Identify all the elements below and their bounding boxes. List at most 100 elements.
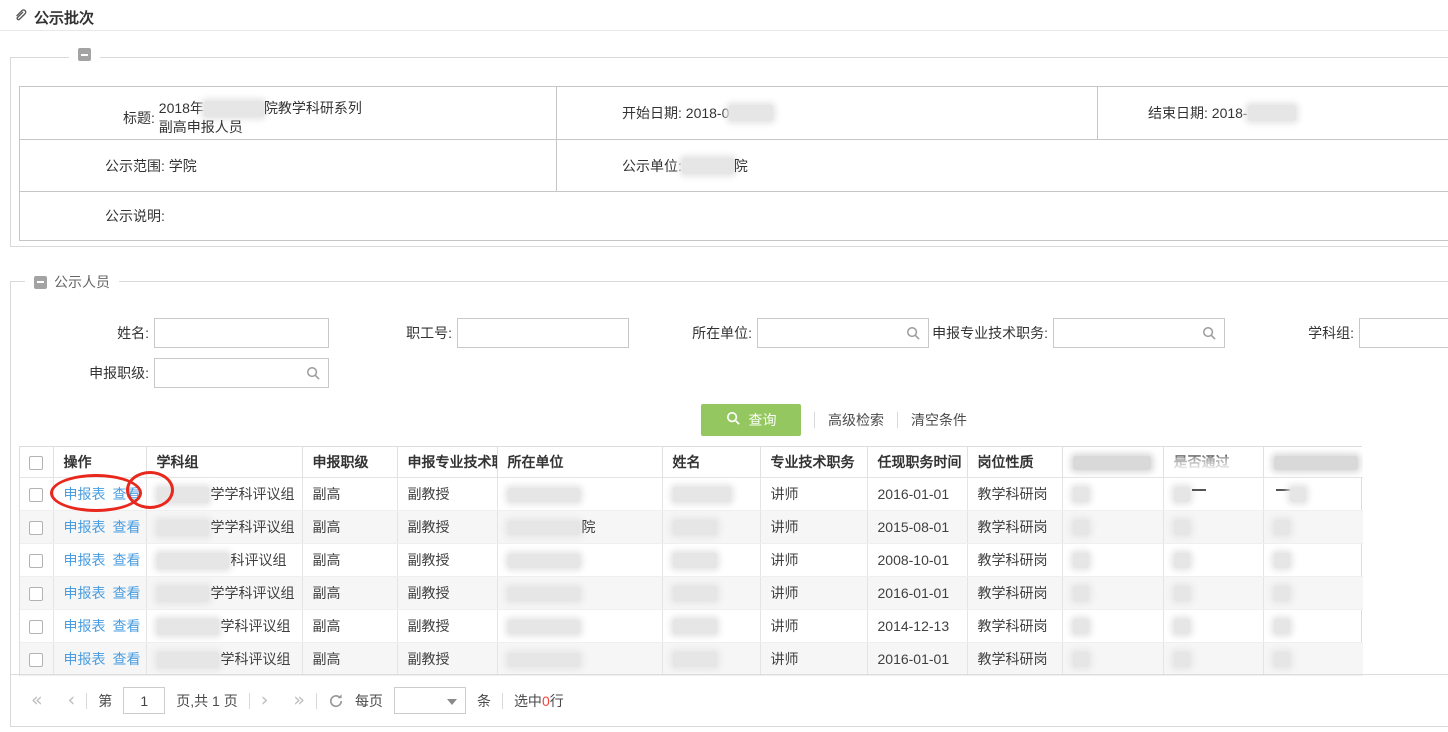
last-page-icon[interactable]: » bbox=[293, 691, 305, 710]
redacted-blur bbox=[673, 520, 717, 535]
view-link[interactable]: 查看 bbox=[113, 585, 141, 601]
tenure-date-cell: 2016-01-01 bbox=[867, 477, 967, 510]
row-checkbox[interactable] bbox=[29, 488, 43, 502]
redacted-blur bbox=[1274, 619, 1290, 634]
personnel-table: 操作 学科组 申报职级 申报专业技术职务 所在单位 姓名 专业技术职务 任现职务… bbox=[19, 446, 1362, 676]
post-type-cell: 教学科研岗 bbox=[967, 543, 1062, 576]
redacted-blur bbox=[508, 521, 580, 535]
redacted-blur bbox=[1174, 487, 1190, 502]
redacted-blur bbox=[508, 587, 580, 601]
name-input[interactable] bbox=[155, 319, 328, 347]
redacted-blur bbox=[1274, 553, 1290, 568]
row-checkbox[interactable] bbox=[29, 620, 43, 634]
next-page-icon[interactable]: › bbox=[261, 691, 269, 710]
pagination-bar: « ‹ 第 页,共 1 页 › » 每页 条 选中0行 bbox=[11, 674, 1448, 726]
divider bbox=[249, 693, 250, 709]
first-page-icon[interactable]: « bbox=[31, 691, 43, 710]
end-date-value: 2018- bbox=[1212, 105, 1248, 121]
redacted-blur bbox=[1073, 456, 1151, 470]
start-date-label: 开始日期: bbox=[622, 103, 682, 123]
table-row: 申报表查看 科评议组 副高 副教授 讲师 2008-10-01 教学科研岗 bbox=[20, 543, 1363, 576]
level-input[interactable] bbox=[155, 359, 328, 387]
current-title-cell: 讲师 bbox=[760, 477, 867, 510]
col-operation: 操作 bbox=[53, 447, 146, 477]
collapse-batch-icon[interactable] bbox=[78, 48, 91, 61]
redacted-blur bbox=[508, 554, 580, 568]
report-form-link[interactable]: 申报表 bbox=[64, 618, 106, 634]
personnel-legend-label: 公示人员 bbox=[54, 272, 110, 292]
apply-title-cell: 副教授 bbox=[397, 576, 497, 609]
view-link[interactable]: 查看 bbox=[113, 651, 141, 667]
post-type-cell: 教学科研岗 bbox=[967, 642, 1062, 675]
per-page-label: 每页 bbox=[355, 691, 383, 711]
current-title-cell: 讲师 bbox=[760, 609, 867, 642]
empno-filter-label: 职工号: bbox=[350, 323, 452, 343]
apply-title-input[interactable] bbox=[1054, 319, 1224, 347]
report-form-link[interactable]: 申报表 bbox=[64, 519, 106, 535]
divider bbox=[897, 412, 898, 428]
col-tenure-date: 任现职务时间 bbox=[867, 447, 967, 477]
report-form-link[interactable]: 申报表 bbox=[64, 486, 106, 502]
page-total-label: 页,共 1 页 bbox=[176, 691, 237, 711]
row-checkbox[interactable] bbox=[29, 653, 43, 667]
divider bbox=[316, 693, 317, 709]
redacted-blur bbox=[673, 553, 717, 568]
report-form-link[interactable]: 申报表 bbox=[64, 552, 106, 568]
per-page-unit-label: 条 bbox=[477, 691, 491, 711]
divider bbox=[502, 693, 503, 709]
group-input[interactable] bbox=[1360, 319, 1448, 347]
end-date-label: 结束日期: bbox=[1148, 103, 1208, 123]
tenure-date-cell: 2014-12-13 bbox=[867, 609, 967, 642]
redacted-blur bbox=[1073, 586, 1089, 601]
apply-title-cell: 副教授 bbox=[397, 510, 497, 543]
redacted-blur bbox=[508, 620, 580, 634]
view-link[interactable]: 查看 bbox=[113, 618, 141, 634]
empno-input[interactable] bbox=[458, 319, 628, 347]
row-checkbox[interactable] bbox=[29, 554, 43, 568]
view-link[interactable]: 查看 bbox=[113, 552, 141, 568]
query-search-icon bbox=[726, 411, 741, 429]
redacted-blur bbox=[1274, 586, 1290, 601]
scope-label: 公示范围: bbox=[105, 156, 165, 176]
apply-level-cell: 副高 bbox=[302, 642, 397, 675]
prev-page-icon[interactable]: ‹ bbox=[68, 691, 76, 710]
table-row: 申报表查看 学科评议组 副高 副教授 讲师 2016-01-01 教学科研岗 bbox=[20, 642, 1363, 675]
tenure-date-cell: 2008-10-01 bbox=[867, 543, 967, 576]
report-form-link[interactable]: 申报表 bbox=[64, 651, 106, 667]
redacted-blur bbox=[1174, 586, 1190, 601]
table-row: 申报表查看 学学科评议组 副高 副教授 讲师 2016-01-01 教学科研岗 bbox=[20, 576, 1363, 609]
current-title-cell: 讲师 bbox=[760, 543, 867, 576]
redacted-blur bbox=[157, 553, 229, 569]
query-button[interactable]: 查询 bbox=[701, 404, 801, 436]
personnel-panel: 公示人员 姓名: 职工号: 所在单位: 申报专业技术职务: 学科组: 申报职级: bbox=[10, 281, 1448, 727]
unit-input[interactable] bbox=[758, 319, 928, 347]
search-icon[interactable] bbox=[306, 366, 321, 384]
redacted-blur bbox=[204, 101, 264, 117]
row-checkbox[interactable] bbox=[29, 521, 43, 535]
clear-conditions-link[interactable]: 清空条件 bbox=[911, 410, 967, 430]
row-checkbox[interactable] bbox=[29, 587, 43, 601]
apply-title-cell: 副教授 bbox=[397, 477, 497, 510]
apply-level-cell: 副高 bbox=[302, 576, 397, 609]
per-page-select[interactable] bbox=[394, 687, 466, 714]
view-link[interactable]: 查看 bbox=[113, 486, 141, 502]
personnel-table-body: 申报表查看 学学科评议组 副高 副教授 讲师 2016-01-01 教学科研岗 … bbox=[20, 477, 1363, 675]
col-post-type: 岗位性质 bbox=[967, 447, 1062, 477]
refresh-icon[interactable] bbox=[328, 693, 344, 712]
select-all-checkbox[interactable] bbox=[29, 456, 43, 470]
collapse-personnel-icon[interactable] bbox=[34, 276, 47, 289]
view-link[interactable]: 查看 bbox=[113, 519, 141, 535]
redacted-blur bbox=[1073, 652, 1089, 667]
tenure-date-cell: 2015-08-01 bbox=[867, 510, 967, 543]
discipline-group-suffix: 学学科评议组 bbox=[211, 585, 295, 601]
apply-title-filter-label: 申报专业技术职务: bbox=[918, 323, 1048, 343]
report-form-link[interactable]: 申报表 bbox=[64, 585, 106, 601]
redacted-blur bbox=[1073, 520, 1089, 535]
search-icon[interactable] bbox=[1202, 326, 1217, 344]
table-row: 申报表查看 学科评议组 副高 副教授 讲师 2014-12-13 教学科研岗 bbox=[20, 609, 1363, 642]
table-row: 申报表查看 学学科评议组 副高 副教授 讲师 2016-01-01 教学科研岗 bbox=[20, 477, 1363, 510]
post-type-cell: 教学科研岗 bbox=[967, 510, 1062, 543]
page-number-input[interactable] bbox=[123, 687, 165, 714]
filter-level: 申报职级: bbox=[47, 358, 329, 388]
advanced-search-link[interactable]: 高级检索 bbox=[828, 410, 884, 430]
